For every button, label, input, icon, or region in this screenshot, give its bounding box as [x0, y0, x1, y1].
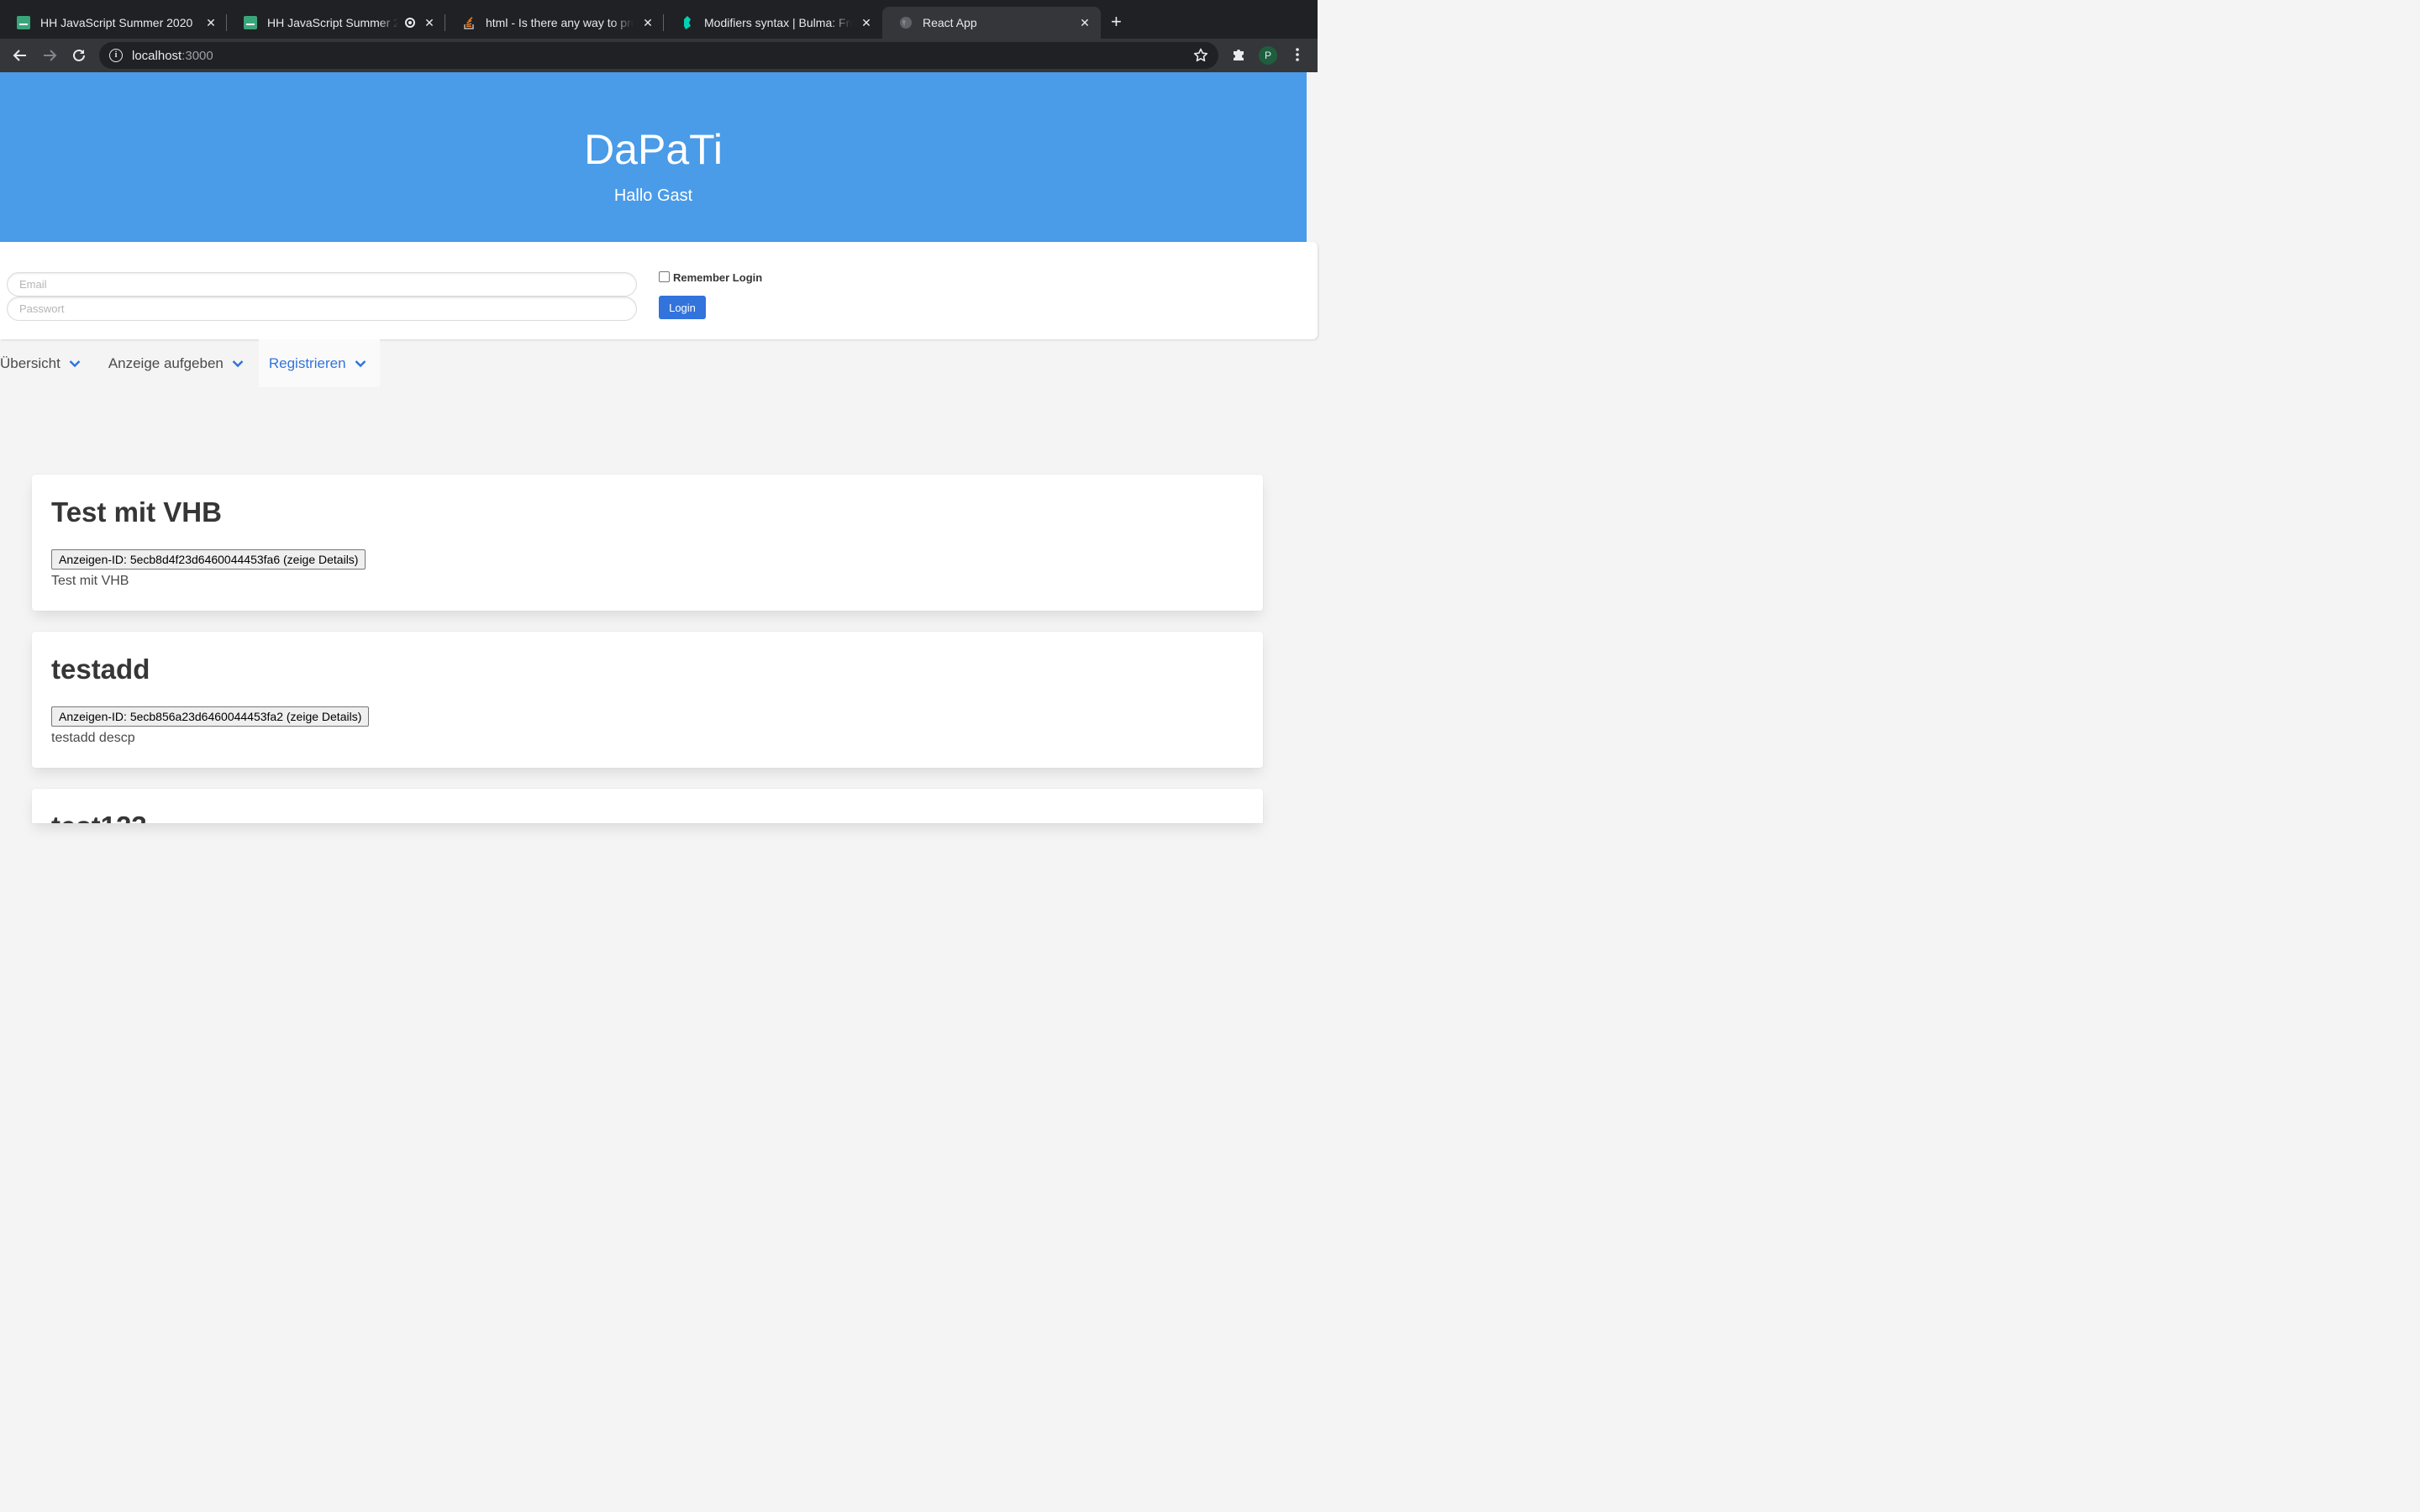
tab-title: HH JavaScript Summer 2020: [267, 16, 398, 29]
main-navigation: Übersicht Anzeige aufgeben Registrieren: [0, 339, 380, 387]
media-playing-icon: [405, 18, 415, 28]
chevron-down-icon: [232, 360, 244, 368]
nav-item-uebersicht[interactable]: Übersicht: [0, 339, 91, 387]
chevron-down-icon: [355, 360, 366, 368]
browser-toolbar: i localhost:3000 P: [0, 39, 1318, 72]
ad-description: Test mit VHB: [51, 574, 129, 588]
tab-title: html - Is there any way to prevent: [486, 16, 634, 29]
browser-tab[interactable]: Modifiers syntax | Bulma: Free, ✕: [664, 7, 882, 39]
ad-card: Test mit VHB Anzeigen-ID: 5ecb8d4f23d646…: [32, 475, 1263, 611]
nav-item-registrieren[interactable]: Registrieren: [258, 339, 380, 387]
extensions-puzzle-icon[interactable]: [1231, 47, 1246, 66]
green-doc-icon: [244, 16, 257, 29]
new-tab-icon[interactable]: +: [1111, 12, 1122, 32]
remember-login[interactable]: Remember Login: [659, 271, 762, 284]
back-arrow-icon[interactable]: [10, 45, 30, 66]
password-field[interactable]: [7, 297, 637, 321]
ad-details-button[interactable]: Anzeigen-ID: 5ecb856a23d6460044453fa2 (z…: [51, 706, 370, 727]
email-field[interactable]: [7, 272, 637, 297]
chevron-down-icon: [69, 360, 81, 368]
browser-tab-bar: HH JavaScript Summer 2020 ✕ HH JavaScrip…: [0, 0, 1318, 39]
browser-tab[interactable]: HH JavaScript Summer 2020 ✕: [227, 7, 445, 39]
nav-item-label: Anzeige aufgeben: [108, 354, 224, 371]
green-doc-icon: [17, 16, 30, 29]
login-form: Remember Login Login: [0, 242, 1318, 339]
tab-close-icon[interactable]: ✕: [859, 16, 874, 30]
browser-tab[interactable]: HH JavaScript Summer 2020 ✕: [0, 7, 227, 39]
tab-title: Modifiers syntax | Bulma: Free,: [704, 16, 852, 29]
login-button[interactable]: Login: [659, 296, 706, 319]
greeting-subtitle: Hallo Gast: [613, 186, 693, 205]
remember-login-checkbox[interactable]: [659, 271, 670, 282]
tab-close-icon[interactable]: ✕: [203, 16, 218, 30]
ad-title: test123: [51, 810, 147, 823]
nav-item-anzeige-aufgeben[interactable]: Anzeige aufgeben: [91, 339, 254, 387]
ad-title: testadd: [51, 654, 150, 685]
tab-close-icon[interactable]: ✕: [1077, 16, 1092, 30]
address-bar[interactable]: i localhost:3000: [99, 42, 1218, 69]
ad-title: Test mit VHB: [51, 496, 222, 528]
stackoverflow-icon: [462, 16, 476, 29]
ad-card: test123: [32, 789, 1263, 823]
reload-icon[interactable]: [69, 45, 89, 66]
remember-login-label: Remember Login: [673, 271, 763, 284]
hero-banner: DaPaTi Hallo Gast: [0, 72, 1307, 242]
site-title: DaPaTi: [584, 126, 723, 173]
tab-title: React App: [923, 16, 977, 29]
page-viewport: DaPaTi Hallo Gast Remember Login Login Ü…: [0, 72, 1318, 823]
nav-item-label: Registrieren: [268, 354, 346, 371]
nav-item-label: Übersicht: [0, 354, 60, 371]
bookmark-star-icon[interactable]: [1193, 48, 1208, 67]
tab-close-icon[interactable]: ✕: [640, 16, 655, 30]
browser-tab[interactable]: html - Is there any way to prevent ✕: [445, 7, 664, 39]
profile-avatar[interactable]: P: [1259, 46, 1277, 65]
address-url: localhost:3000: [132, 48, 213, 63]
ad-card: testadd Anzeigen-ID: 5ecb856a23d64600444…: [32, 632, 1263, 768]
ad-details-button[interactable]: Anzeigen-ID: 5ecb8d4f23d6460044453fa6 (z…: [51, 549, 366, 570]
ad-description: testadd descp: [51, 731, 135, 745]
tab-close-icon[interactable]: ✕: [422, 16, 437, 30]
tab-title: HH JavaScript Summer 2020: [40, 16, 193, 29]
kebab-menu-icon[interactable]: [1290, 47, 1305, 66]
browser-tab-active[interactable]: React App ✕: [882, 7, 1101, 39]
info-icon[interactable]: i: [109, 49, 123, 62]
globe-icon: [899, 16, 913, 29]
bulma-icon: [681, 16, 694, 29]
forward-arrow-icon[interactable]: [39, 45, 60, 66]
